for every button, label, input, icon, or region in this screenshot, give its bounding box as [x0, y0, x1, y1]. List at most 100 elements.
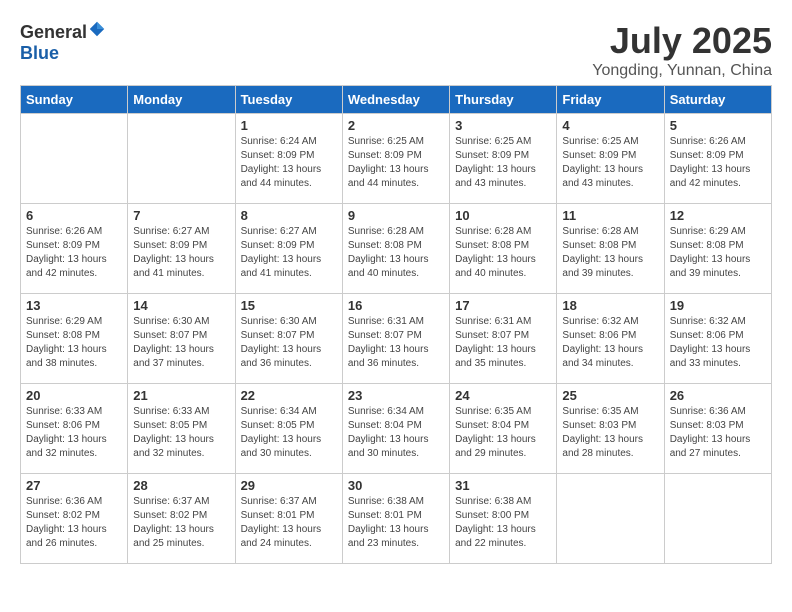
day-number: 28 — [133, 478, 229, 493]
day-number: 5 — [670, 118, 766, 133]
calendar-cell: 26 Sunrise: 6:36 AM Sunset: 8:03 PM Dayli… — [664, 384, 771, 474]
week-row-5: 27 Sunrise: 6:36 AM Sunset: 8:02 PM Dayli… — [21, 474, 772, 564]
calendar-cell: 12 Sunrise: 6:29 AM Sunset: 8:08 PM Dayli… — [664, 204, 771, 294]
calendar-cell: 22 Sunrise: 6:34 AM Sunset: 8:05 PM Dayli… — [235, 384, 342, 474]
calendar-cell: 20 Sunrise: 6:33 AM Sunset: 8:06 PM Dayli… — [21, 384, 128, 474]
calendar-cell: 11 Sunrise: 6:28 AM Sunset: 8:08 PM Dayli… — [557, 204, 664, 294]
month-title: July 2025 — [592, 20, 772, 62]
calendar-cell: 5 Sunrise: 6:26 AM Sunset: 8:09 PM Daylig… — [664, 114, 771, 204]
week-row-1: 1 Sunrise: 6:24 AM Sunset: 8:09 PM Daylig… — [21, 114, 772, 204]
day-info: Sunrise: 6:33 AM Sunset: 8:05 PM Dayligh… — [133, 405, 229, 461]
day-info: Sunrise: 6:25 AM Sunset: 8:09 PM Dayligh… — [348, 135, 444, 191]
day-info: Sunrise: 6:38 AM Sunset: 8:00 PM Dayligh… — [455, 495, 551, 551]
day-info: Sunrise: 6:34 AM Sunset: 8:05 PM Dayligh… — [241, 405, 337, 461]
calendar-cell — [557, 474, 664, 564]
weekday-header-monday: Monday — [128, 86, 235, 114]
week-row-2: 6 Sunrise: 6:26 AM Sunset: 8:09 PM Daylig… — [21, 204, 772, 294]
day-info: Sunrise: 6:27 AM Sunset: 8:09 PM Dayligh… — [133, 225, 229, 281]
day-info: Sunrise: 6:28 AM Sunset: 8:08 PM Dayligh… — [455, 225, 551, 281]
day-info: Sunrise: 6:31 AM Sunset: 8:07 PM Dayligh… — [455, 315, 551, 371]
calendar-cell: 21 Sunrise: 6:33 AM Sunset: 8:05 PM Dayli… — [128, 384, 235, 474]
day-info: Sunrise: 6:28 AM Sunset: 8:08 PM Dayligh… — [562, 225, 658, 281]
day-info: Sunrise: 6:30 AM Sunset: 8:07 PM Dayligh… — [133, 315, 229, 371]
day-info: Sunrise: 6:26 AM Sunset: 8:09 PM Dayligh… — [26, 225, 122, 281]
day-number: 4 — [562, 118, 658, 133]
day-number: 9 — [348, 208, 444, 223]
day-number: 29 — [241, 478, 337, 493]
calendar-cell: 28 Sunrise: 6:37 AM Sunset: 8:02 PM Dayli… — [128, 474, 235, 564]
day-info: Sunrise: 6:28 AM Sunset: 8:08 PM Dayligh… — [348, 225, 444, 281]
week-row-4: 20 Sunrise: 6:33 AM Sunset: 8:06 PM Dayli… — [21, 384, 772, 474]
logo-icon — [88, 20, 106, 38]
page-header: General Blue July 2025 Yongding, Yunnan,… — [10, 10, 782, 85]
calendar-cell: 3Sunrise: 6:25 AM Sunset: 8:09 PM Daylig… — [450, 114, 557, 204]
calendar-cell — [21, 114, 128, 204]
calendar-cell: 16Sunrise: 6:31 AM Sunset: 8:07 PM Dayli… — [342, 294, 449, 384]
calendar-cell: 29 Sunrise: 6:37 AM Sunset: 8:01 PM Dayli… — [235, 474, 342, 564]
day-info: Sunrise: 6:35 AM Sunset: 8:04 PM Dayligh… — [455, 405, 551, 461]
day-info: Sunrise: 6:25 AM Sunset: 8:09 PM Dayligh… — [455, 135, 551, 191]
day-number: 1 — [241, 118, 337, 133]
day-number: 31 — [455, 478, 551, 493]
logo: General Blue — [20, 20, 106, 64]
day-number: 8 — [241, 208, 337, 223]
calendar-cell: 25Sunrise: 6:35 AM Sunset: 8:03 PM Dayli… — [557, 384, 664, 474]
day-info: Sunrise: 6:34 AM Sunset: 8:04 PM Dayligh… — [348, 405, 444, 461]
logo-general: General — [20, 22, 87, 42]
day-number: 14 — [133, 298, 229, 313]
day-info: Sunrise: 6:36 AM Sunset: 8:02 PM Dayligh… — [26, 495, 122, 551]
weekday-header-thursday: Thursday — [450, 86, 557, 114]
weekday-header-row: SundayMondayTuesdayWednesdayThursdayFrid… — [21, 86, 772, 114]
calendar-cell: 13 Sunrise: 6:29 AM Sunset: 8:08 PM Dayli… — [21, 294, 128, 384]
location-title: Yongding, Yunnan, China — [592, 62, 772, 80]
calendar-cell: 30Sunrise: 6:38 AM Sunset: 8:01 PM Dayli… — [342, 474, 449, 564]
day-number: 20 — [26, 388, 122, 403]
week-row-3: 13 Sunrise: 6:29 AM Sunset: 8:08 PM Dayli… — [21, 294, 772, 384]
day-number: 13 — [26, 298, 122, 313]
day-number: 26 — [670, 388, 766, 403]
weekday-header-sunday: Sunday — [21, 86, 128, 114]
day-number: 10 — [455, 208, 551, 223]
calendar-cell: 15Sunrise: 6:30 AM Sunset: 8:07 PM Dayli… — [235, 294, 342, 384]
calendar-cell: 7 Sunrise: 6:27 AM Sunset: 8:09 PM Daylig… — [128, 204, 235, 294]
day-number: 2 — [348, 118, 444, 133]
day-info: Sunrise: 6:31 AM Sunset: 8:07 PM Dayligh… — [348, 315, 444, 371]
day-info: Sunrise: 6:32 AM Sunset: 8:06 PM Dayligh… — [670, 315, 766, 371]
day-info: Sunrise: 6:33 AM Sunset: 8:06 PM Dayligh… — [26, 405, 122, 461]
day-number: 25 — [562, 388, 658, 403]
title-block: July 2025 Yongding, Yunnan, China — [592, 20, 772, 80]
calendar-cell: 9 Sunrise: 6:28 AM Sunset: 8:08 PM Daylig… — [342, 204, 449, 294]
day-info: Sunrise: 6:30 AM Sunset: 8:07 PM Dayligh… — [241, 315, 337, 371]
day-info: Sunrise: 6:36 AM Sunset: 8:03 PM Dayligh… — [670, 405, 766, 461]
day-number: 22 — [241, 388, 337, 403]
weekday-header-wednesday: Wednesday — [342, 86, 449, 114]
day-number: 30 — [348, 478, 444, 493]
day-info: Sunrise: 6:29 AM Sunset: 8:08 PM Dayligh… — [670, 225, 766, 281]
day-number: 17 — [455, 298, 551, 313]
day-info: Sunrise: 6:37 AM Sunset: 8:02 PM Dayligh… — [133, 495, 229, 551]
calendar-cell: 18Sunrise: 6:32 AM Sunset: 8:06 PM Dayli… — [557, 294, 664, 384]
calendar-cell: 27 Sunrise: 6:36 AM Sunset: 8:02 PM Dayli… — [21, 474, 128, 564]
day-number: 21 — [133, 388, 229, 403]
day-number: 7 — [133, 208, 229, 223]
day-info: Sunrise: 6:25 AM Sunset: 8:09 PM Dayligh… — [562, 135, 658, 191]
day-info: Sunrise: 6:24 AM Sunset: 8:09 PM Dayligh… — [241, 135, 337, 191]
day-info: Sunrise: 6:37 AM Sunset: 8:01 PM Dayligh… — [241, 495, 337, 551]
day-info: Sunrise: 6:32 AM Sunset: 8:06 PM Dayligh… — [562, 315, 658, 371]
weekday-header-friday: Friday — [557, 86, 664, 114]
calendar-cell: 4 Sunrise: 6:25 AM Sunset: 8:09 PM Daylig… — [557, 114, 664, 204]
calendar-cell — [128, 114, 235, 204]
calendar-cell: 24Sunrise: 6:35 AM Sunset: 8:04 PM Dayli… — [450, 384, 557, 474]
day-info: Sunrise: 6:27 AM Sunset: 8:09 PM Dayligh… — [241, 225, 337, 281]
day-info: Sunrise: 6:29 AM Sunset: 8:08 PM Dayligh… — [26, 315, 122, 371]
logo-blue: Blue — [20, 43, 59, 63]
day-number: 6 — [26, 208, 122, 223]
day-number: 11 — [562, 208, 658, 223]
calendar-cell: 23 Sunrise: 6:34 AM Sunset: 8:04 PM Dayli… — [342, 384, 449, 474]
day-info: Sunrise: 6:26 AM Sunset: 8:09 PM Dayligh… — [670, 135, 766, 191]
day-number: 19 — [670, 298, 766, 313]
day-number: 12 — [670, 208, 766, 223]
calendar-cell: 31 Sunrise: 6:38 AM Sunset: 8:00 PM Dayli… — [450, 474, 557, 564]
day-number: 23 — [348, 388, 444, 403]
day-number: 27 — [26, 478, 122, 493]
